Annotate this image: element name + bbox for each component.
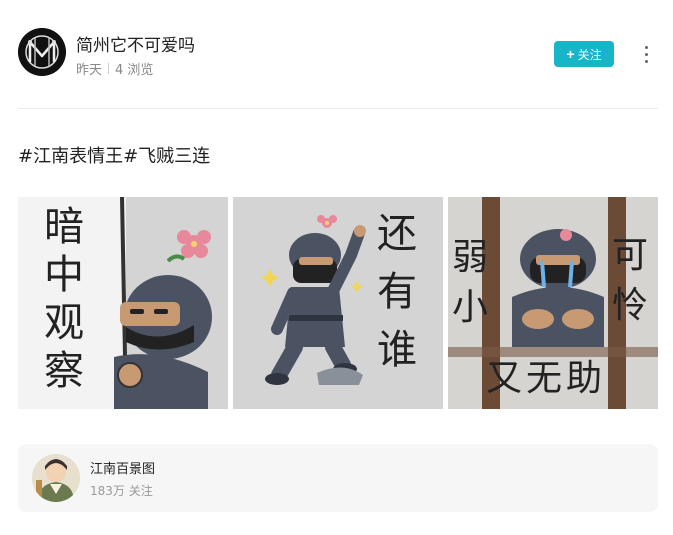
author-avatar[interactable] <box>18 28 66 76</box>
sticker-1-char: 察 <box>44 348 84 394</box>
topic-avatar <box>32 454 80 502</box>
sticker-2-char: 谁 <box>377 327 417 373</box>
more-vertical-icon <box>644 45 648 63</box>
post-image-grid: 暗 中 观 察 还 有 谁 弱 小 可 怜 又无助 <box>18 197 658 409</box>
post-image-1[interactable]: 暗 中 观 察 <box>18 197 228 409</box>
author-name[interactable]: 简州它不可爱吗 <box>76 31 195 56</box>
more-options-button[interactable] <box>636 41 656 67</box>
sticker-1-char: 观 <box>44 300 84 346</box>
view-count: 4 浏览 <box>115 63 154 78</box>
topic-name[interactable]: 江南百景图 <box>90 458 155 477</box>
post-image-2[interactable]: 还 有 谁 <box>233 197 443 409</box>
sticker-3-char: 怜 <box>612 285 649 326</box>
plus-icon: + <box>566 46 575 62</box>
topic-followers: 183万 关注 <box>90 484 153 498</box>
author-logo <box>18 28 66 76</box>
post-header: 简州它不可爱吗 昨天 4 浏览 + 关注 <box>18 28 658 80</box>
sticker-1-char: 暗 <box>44 204 84 250</box>
post-image-3[interactable]: 弱 小 可 怜 又无助 <box>448 197 658 409</box>
sticker-3-char: 小 <box>452 287 489 328</box>
sticker-2-char: 有 <box>377 269 417 315</box>
post-time: 昨天 <box>76 63 103 78</box>
sticker-3-char: 可 <box>612 235 649 276</box>
sticker-3-bottom-caption: 又无助 <box>486 358 607 399</box>
sticker-1-char: 中 <box>44 252 84 298</box>
meta-separator <box>108 63 110 74</box>
follow-label: 关注 <box>577 47 602 62</box>
sticker-3-char: 弱 <box>452 237 489 278</box>
follow-button[interactable]: + 关注 <box>554 41 614 67</box>
post-text[interactable]: #江南表情王#飞贼三连 <box>18 142 210 168</box>
topic-card[interactable]: 江南百景图 183万 关注 <box>18 444 658 512</box>
header-divider <box>18 108 658 109</box>
post-meta: 昨天 4 浏览 <box>76 59 153 78</box>
sticker-2-char: 还 <box>377 211 417 257</box>
topic-character-icon <box>32 454 80 502</box>
